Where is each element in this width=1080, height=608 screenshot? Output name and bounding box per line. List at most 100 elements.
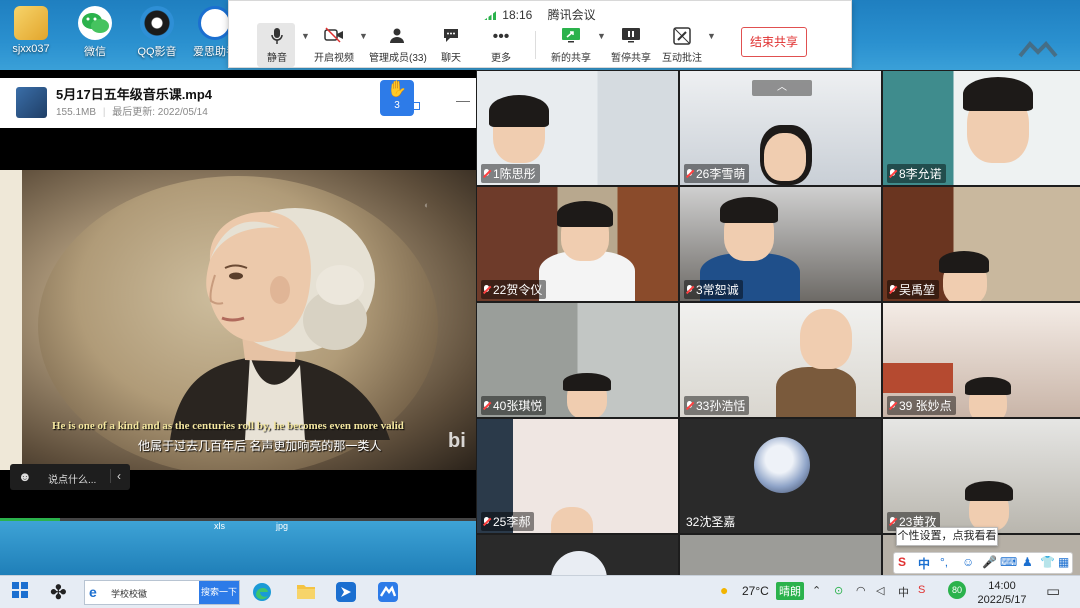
minimize-icon[interactable]: — xyxy=(456,92,470,108)
tray-arrow-icon[interactable]: ⌃ xyxy=(812,584,821,597)
search-text[interactable]: 学校校徽 xyxy=(111,587,147,600)
file-explorer-icon[interactable] xyxy=(296,582,316,605)
sogou-logo-icon[interactable]: S xyxy=(898,555,906,569)
edge-browser-icon[interactable] xyxy=(252,582,272,607)
participant-tile[interactable] xyxy=(680,535,881,575)
start-video-button[interactable]: 开启视频 xyxy=(313,27,355,65)
ime-indicator-icon[interactable]: 中 xyxy=(898,584,909,600)
participant-avatar xyxy=(754,437,810,493)
subtitle-chinese: 他属于过去几百年后 名声更加响亮的那一类人 xyxy=(138,439,382,453)
toolbar-divider xyxy=(535,31,536,59)
emoji-icon[interactable]: ☻ xyxy=(18,469,32,484)
manage-members-button[interactable]: 管理成员(33) xyxy=(369,27,427,65)
chevron-left-icon[interactable]: ‹ xyxy=(110,469,121,483)
mute-options-caret-icon[interactable]: ▼ xyxy=(301,31,310,41)
participant-tile[interactable]: 25李郝 xyxy=(477,419,678,533)
toolbox-grid-icon[interactable]: ▦ xyxy=(1058,555,1069,569)
notification-icon[interactable]: ▭ xyxy=(1046,582,1060,600)
meeting-time: 18:16 xyxy=(502,8,533,22)
interactive-annotation-button[interactable]: 互动批注 xyxy=(661,27,703,65)
participant-tile[interactable] xyxy=(477,535,678,575)
video-player[interactable]: ◐ He is one of a kind and as the centuri… xyxy=(0,170,476,470)
emoji-face-icon[interactable]: ☺ xyxy=(962,555,974,569)
participant-name: 25李郝 xyxy=(481,512,535,531)
more-button[interactable]: ••• 更多 xyxy=(485,27,517,65)
mute-button[interactable]: 静音 xyxy=(259,27,295,65)
participant-tile[interactable]: 40张琪悦 xyxy=(477,303,678,417)
pause-share-button[interactable]: 暂停共享 xyxy=(609,27,653,65)
participant-tile[interactable]: 8李允诺 xyxy=(883,71,1080,185)
microphone-icon xyxy=(259,27,295,47)
participant-tile[interactable]: 32沈圣嘉 xyxy=(680,419,881,533)
participant-tile[interactable]: 39 张妙点 xyxy=(883,303,1080,417)
raised-hands-badge[interactable]: ✋ 3 xyxy=(380,80,414,116)
fan-widget-icon[interactable]: ✤ xyxy=(50,580,67,605)
voice-input-icon[interactable]: 🎤 xyxy=(982,555,997,569)
desktop-icon-wechat[interactable]: 微信 xyxy=(66,6,124,59)
chat-button[interactable]: 聊天 xyxy=(435,27,467,65)
mic-muted-icon xyxy=(483,517,490,527)
mic-muted-icon xyxy=(686,285,693,295)
skin-shirt-icon[interactable]: 👕 xyxy=(1040,555,1055,569)
ime-toolbar[interactable]: S 中 °, ☺ 🎤 ⌨ ♟ 👕 ▦ xyxy=(893,552,1073,574)
annotation-options-caret-icon[interactable]: ▼ xyxy=(707,31,716,41)
feishu-lark-icon[interactable] xyxy=(336,582,356,607)
signal-strength-icon xyxy=(484,11,497,20)
security-badge[interactable]: 80 xyxy=(948,581,966,599)
raised-hands-count: 3 xyxy=(394,100,400,111)
file-meta: 155.1MB | 最后更新: 2022/05/14 xyxy=(56,107,208,118)
chat-input[interactable]: ☻ 说点什么... ‹ xyxy=(10,464,130,490)
system-clock[interactable]: 14:00 2022/5/17 xyxy=(972,579,1032,607)
end-share-button[interactable]: 结束共享 xyxy=(741,27,807,57)
collapse-grid-chevron-icon[interactable]: ︿ xyxy=(752,80,812,96)
weather-sun-icon[interactable]: ● xyxy=(720,582,728,598)
tray-app-icon[interactable]: ⊙ xyxy=(834,584,843,597)
restore-window-icon[interactable] xyxy=(412,102,420,110)
network-wifi-icon[interactable]: ◠ xyxy=(856,584,866,597)
file-thumbnail xyxy=(16,87,47,118)
video-watermark-small: ◐ xyxy=(424,200,430,210)
taskbar: ✤ e 学校校徽 搜索一下 ● 27°C 晴朗 ⌃ ⊙ ◠ ◁ 中 S 80 1… xyxy=(0,575,1080,608)
video-options-caret-icon[interactable]: ▼ xyxy=(359,31,368,41)
raise-hand-icon: ✋ xyxy=(387,81,407,98)
participant-tile[interactable]: 22贺令仪 xyxy=(477,187,678,301)
search-button[interactable]: 搜索一下 xyxy=(199,581,239,604)
participant-name: 1陈思彤 xyxy=(481,164,540,183)
mic-muted-icon xyxy=(889,169,896,179)
participant-grid: 1陈思彤 26李雪萌 8李允诺 ︿ 22贺令仪 3常恕诚 吴禹堃 40张琪悦 3… xyxy=(476,70,1080,575)
file-label-xls: xls xyxy=(214,521,225,531)
punctuation-icon[interactable]: °, xyxy=(940,555,948,569)
keyboard-icon[interactable]: ⌨ xyxy=(1000,555,1017,569)
file-updated: 最后更新: 2022/05/14 xyxy=(112,107,208,118)
wechat-icon xyxy=(78,6,112,40)
desktop-icon-qqplayer[interactable]: QQ影音 xyxy=(128,6,186,59)
mozart-portrait xyxy=(170,208,390,440)
sogou-tray-icon[interactable]: S xyxy=(918,584,925,596)
tencent-meeting-taskbar-icon[interactable] xyxy=(378,582,398,607)
new-share-button[interactable]: 新的共享 xyxy=(551,27,591,65)
participant-tile[interactable]: 1陈思彤 xyxy=(477,71,678,185)
weather-temperature[interactable]: 27°C xyxy=(742,584,769,598)
chat-placeholder: 说点什么... xyxy=(48,475,97,486)
participant-name: 32沈圣嘉 xyxy=(686,515,736,529)
participant-tile[interactable]: 吴禹堃 xyxy=(883,187,1080,301)
ime-mode[interactable]: 中 xyxy=(918,555,930,572)
participant-tile[interactable]: 23黄孜 xyxy=(883,419,1080,533)
file-title: 5月17日五年级音乐课.mp4 xyxy=(56,87,213,102)
participant-tile[interactable]: 3常恕诚 xyxy=(680,187,881,301)
desktop-icon-sjxx037[interactable]: sjxx037 xyxy=(2,6,60,55)
mic-muted-icon xyxy=(889,517,896,527)
participant-name: 39 张妙点 xyxy=(887,396,956,415)
members-icon xyxy=(369,27,425,47)
share-options-caret-icon[interactable]: ▼ xyxy=(597,31,606,41)
taskbar-search[interactable]: e 学校校徽 搜索一下 xyxy=(84,580,240,605)
weather-text[interactable]: 晴朗 xyxy=(776,582,804,600)
participant-name: 吴禹堃 xyxy=(887,280,940,299)
user-icon[interactable]: ♟ xyxy=(1022,555,1033,569)
meeting-status: 18:16 腾讯会议 xyxy=(229,6,851,23)
speaker-icon[interactable]: ◁ xyxy=(876,584,884,597)
windows-start-icon[interactable] xyxy=(12,582,28,603)
participant-tile[interactable]: 33孙浩恬 xyxy=(680,303,881,417)
qqplayer-icon xyxy=(140,6,174,40)
video-off-icon xyxy=(313,27,355,47)
